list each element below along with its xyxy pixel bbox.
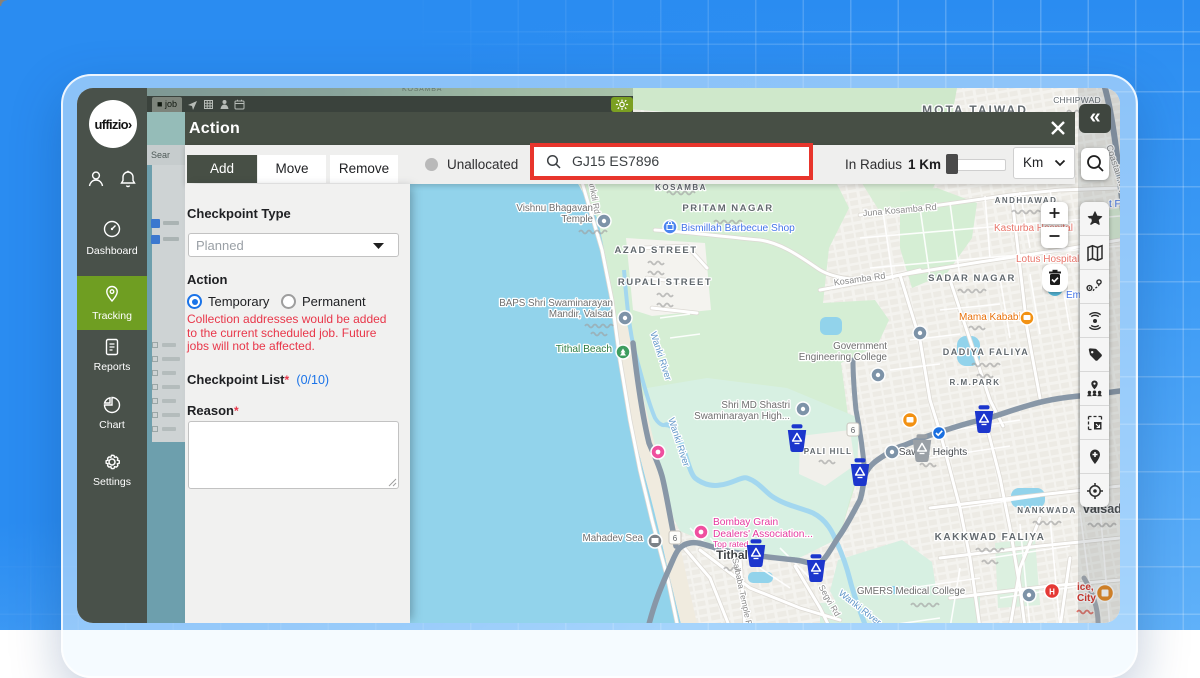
- svg-text:AZAD STREET: AZAD STREET: [615, 245, 698, 256]
- svg-text:Vishnu Bhagavan: Vishnu Bhagavan: [516, 203, 593, 214]
- svg-text:Engineering College: Engineering College: [799, 352, 888, 363]
- svg-text:Swaminarayan High...: Swaminarayan High...: [694, 411, 790, 422]
- svg-text:Mandir, Valsad: Mandir, Valsad: [549, 309, 613, 320]
- svg-text:Government: Government: [833, 341, 887, 352]
- svg-text:R.M.PARK: R.M.PARK: [950, 378, 1001, 387]
- svg-text:SADAR NAGAR: SADAR NAGAR: [928, 273, 1016, 284]
- svg-text:Bombay Grain: Bombay Grain: [713, 517, 778, 528]
- svg-text:Mahadev Sea: Mahadev Sea: [583, 533, 644, 544]
- svg-text:Shri MD Shastri: Shri MD Shastri: [721, 400, 790, 411]
- svg-text:6: 6: [851, 426, 856, 435]
- svg-text:Top rated: Top rated: [713, 539, 749, 549]
- svg-text:KAKKWAD FALIYA: KAKKWAD FALIYA: [935, 532, 1046, 543]
- svg-text:GMERS Medical College: GMERS Medical College: [857, 586, 966, 597]
- svg-text:Bismillah Barbecue Shop: Bismillah Barbecue Shop: [681, 223, 795, 234]
- svg-text:PALI HILL: PALI HILL: [804, 447, 852, 456]
- svg-text:Sawan Heights: Sawan Heights: [899, 447, 968, 458]
- svg-text:H: H: [1049, 588, 1055, 597]
- svg-text:KOSAMBA: KOSAMBA: [655, 183, 707, 192]
- svg-text:NANKWADA: NANKWADA: [1017, 506, 1077, 515]
- svg-text:6: 6: [673, 534, 678, 543]
- svg-text:PRITAM NAGAR: PRITAM NAGAR: [682, 203, 773, 214]
- svg-text:Tithal Beach: Tithal Beach: [556, 344, 612, 355]
- svg-text:BAPS Shri Swaminarayan: BAPS Shri Swaminarayan: [499, 298, 613, 309]
- svg-text:Mama Kababis: Mama Kababis: [959, 312, 1026, 323]
- svg-text:RUPALI STREET: RUPALI STREET: [618, 277, 712, 288]
- svg-text:Temple: Temple: [561, 214, 593, 225]
- svg-text:DADIYA FALIYA: DADIYA FALIYA: [943, 347, 1030, 357]
